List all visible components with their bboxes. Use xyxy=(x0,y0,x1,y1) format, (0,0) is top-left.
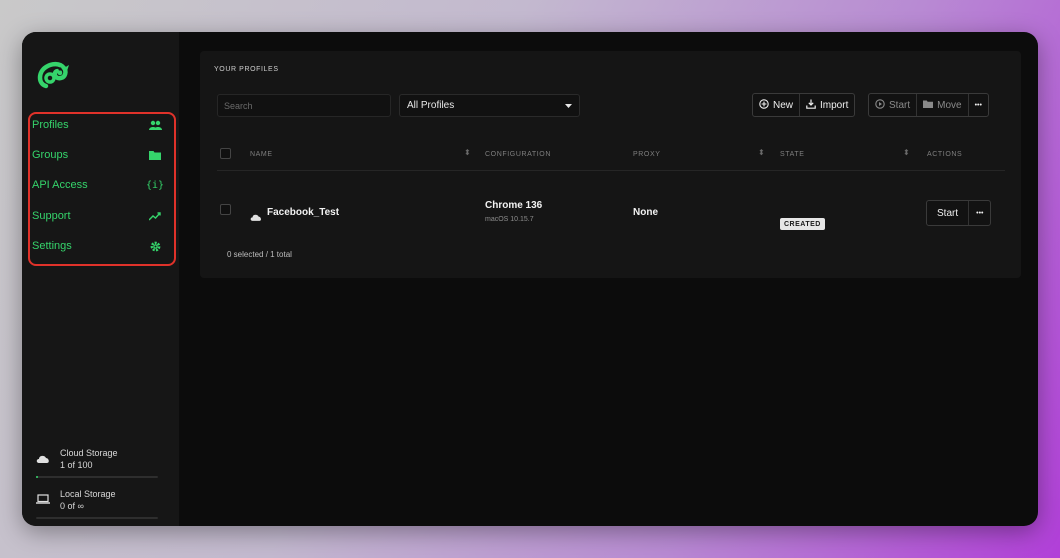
sidebar-item-settings[interactable]: Settings xyxy=(32,233,162,259)
sidebar-item-label: Settings xyxy=(32,240,72,252)
storage-usage: 0 of ∞ xyxy=(60,501,84,511)
row-more-button[interactable]: ••• xyxy=(969,201,990,225)
section-title: YOUR PROFILES xyxy=(214,66,279,73)
column-header-configuration: CONFIGURATION xyxy=(485,151,552,158)
storage-title: Cloud Storage xyxy=(60,448,118,458)
local-storage: Local Storage 0 of ∞ xyxy=(36,488,166,519)
import-label: Import xyxy=(820,99,849,111)
storage-bar xyxy=(36,476,158,478)
cloud-icon xyxy=(250,208,262,226)
new-label: New xyxy=(773,99,794,111)
row-checkbox[interactable] xyxy=(220,204,231,215)
sidebar-item-label: Support xyxy=(32,210,71,222)
sort-icon[interactable]: ⬍ xyxy=(464,148,471,157)
gear-icon xyxy=(148,239,162,253)
move-label: Move xyxy=(937,99,962,111)
storage-usage: 1 of 100 xyxy=(60,460,93,470)
storage-bar xyxy=(36,517,158,519)
more-icon: ••• xyxy=(974,101,982,109)
sidebar-item-label: API Access xyxy=(32,179,88,191)
download-icon xyxy=(806,99,816,112)
users-icon xyxy=(148,118,162,132)
import-button[interactable]: Import xyxy=(800,94,854,116)
search-input[interactable]: Search xyxy=(217,94,391,117)
sidebar-item-api-access[interactable]: API Access {i} xyxy=(32,172,165,198)
sidebar-item-groups[interactable]: Groups xyxy=(32,142,162,168)
profile-os: macOS 10.15.7 xyxy=(485,216,534,223)
sidebar-item-label: Profiles xyxy=(32,119,69,131)
folder-icon xyxy=(148,148,162,162)
column-header-actions: ACTIONS xyxy=(927,151,963,158)
app-logo-icon[interactable] xyxy=(36,56,72,92)
select-all-checkbox[interactable] xyxy=(220,148,231,159)
profile-filter-select[interactable]: All Profiles xyxy=(399,94,580,117)
selection-summary: 0 selected / 1 total xyxy=(227,250,292,259)
sort-icon[interactable]: ⬍ xyxy=(903,148,910,157)
column-header-state[interactable]: STATE xyxy=(780,151,805,158)
filter-selected-value: All Profiles xyxy=(407,100,455,111)
trend-icon xyxy=(148,209,162,223)
row-actions: Start ••• xyxy=(926,200,992,226)
more-icon: ••• xyxy=(976,209,984,217)
profile-name[interactable]: Facebook_Test xyxy=(267,207,339,218)
caret-down-icon xyxy=(565,100,572,111)
sidebar-item-support[interactable]: Support xyxy=(32,203,162,229)
start-label: Start xyxy=(889,99,911,111)
search-placeholder: Search xyxy=(224,100,253,111)
profiles-panel: YOUR PROFILES Search All Profiles New Im… xyxy=(200,51,1021,278)
sidebar-item-profiles[interactable]: Profiles xyxy=(32,112,162,138)
column-header-name[interactable]: NAME xyxy=(250,151,273,158)
storage-bar-fill xyxy=(36,476,39,478)
bulk-move-button[interactable]: Move xyxy=(917,94,969,116)
sort-icon[interactable]: ⬍ xyxy=(758,148,765,157)
status-badge: CREATED xyxy=(780,218,825,230)
profile-proxy: None xyxy=(633,207,658,218)
profile-browser: Chrome 136 xyxy=(485,200,543,211)
braces-icon: {i} xyxy=(145,179,165,191)
laptop-icon xyxy=(36,494,50,506)
column-header-proxy[interactable]: PROXY xyxy=(633,151,661,158)
new-profile-button[interactable]: New xyxy=(753,94,801,116)
header-divider xyxy=(217,170,1005,171)
plus-circle-icon xyxy=(759,98,769,112)
cloud-storage: Cloud Storage 1 of 100 xyxy=(36,447,166,478)
sidebar: Profiles Groups API Access {i} Support S… xyxy=(22,32,179,526)
more-actions-button[interactable]: ••• xyxy=(969,94,988,116)
folder-icon xyxy=(923,100,934,111)
cloud-icon xyxy=(36,454,50,465)
create-button-group: New Import xyxy=(752,93,856,117)
play-circle-icon xyxy=(875,98,885,112)
sidebar-item-label: Groups xyxy=(32,149,69,161)
bulk-actions-group: Start Move ••• xyxy=(868,93,989,117)
app-window: Profiles Groups API Access {i} Support S… xyxy=(22,32,1038,526)
storage-title: Local Storage xyxy=(60,489,116,499)
start-profile-button[interactable]: Start xyxy=(927,201,970,225)
bulk-start-button[interactable]: Start xyxy=(869,94,918,116)
